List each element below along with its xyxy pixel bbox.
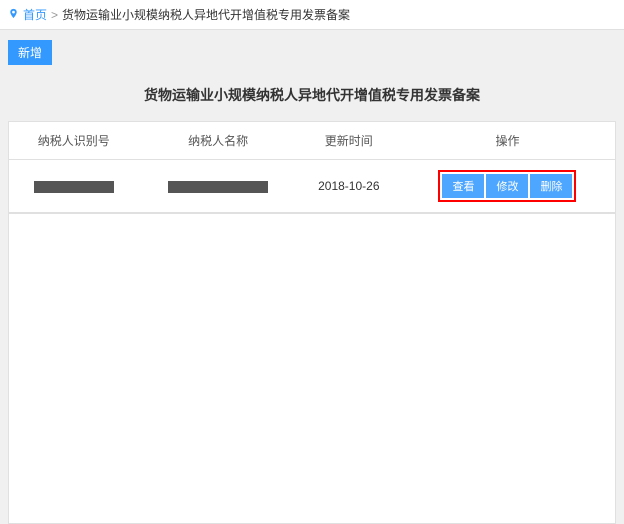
delete-button[interactable]: 删除 xyxy=(530,174,572,198)
toolbar: 新增 xyxy=(0,30,624,73)
breadcrumb-home-link[interactable]: 首页 xyxy=(23,6,47,23)
breadcrumb-separator: > xyxy=(51,8,58,22)
cell-update-time: 2018-10-26 xyxy=(298,160,400,213)
data-table: 纳税人识别号 纳税人名称 更新时间 操作 2018-10-26 查看 修改 xyxy=(8,121,616,214)
table-header-row: 纳税人识别号 纳税人名称 更新时间 操作 xyxy=(9,122,615,160)
redacted-text xyxy=(34,181,114,193)
table-row: 2018-10-26 查看 修改 删除 xyxy=(9,160,615,213)
col-header-update-time: 更新时间 xyxy=(298,122,400,160)
edit-button[interactable]: 修改 xyxy=(486,174,528,198)
col-header-taxpayer-id: 纳税人识别号 xyxy=(9,122,139,160)
view-button[interactable]: 查看 xyxy=(442,174,484,198)
redacted-text xyxy=(168,181,268,193)
cell-taxpayer-id xyxy=(9,160,139,213)
breadcrumb-current: 货物运输业小规模纳税人异地代开增值税专用发票备案 xyxy=(62,6,350,23)
cell-actions: 查看 修改 删除 xyxy=(400,160,615,213)
col-header-actions: 操作 xyxy=(400,122,615,160)
action-highlight-box: 查看 修改 删除 xyxy=(438,170,576,202)
cell-taxpayer-name xyxy=(139,160,298,213)
location-pin-icon xyxy=(8,7,19,23)
table-blank-area xyxy=(8,214,616,524)
col-header-taxpayer-name: 纳税人名称 xyxy=(139,122,298,160)
page-title: 货物运输业小规模纳税人异地代开增值税专用发票备案 xyxy=(0,73,624,121)
add-button[interactable]: 新增 xyxy=(8,40,52,65)
breadcrumb: 首页 > 货物运输业小规模纳税人异地代开增值税专用发票备案 xyxy=(0,0,624,30)
